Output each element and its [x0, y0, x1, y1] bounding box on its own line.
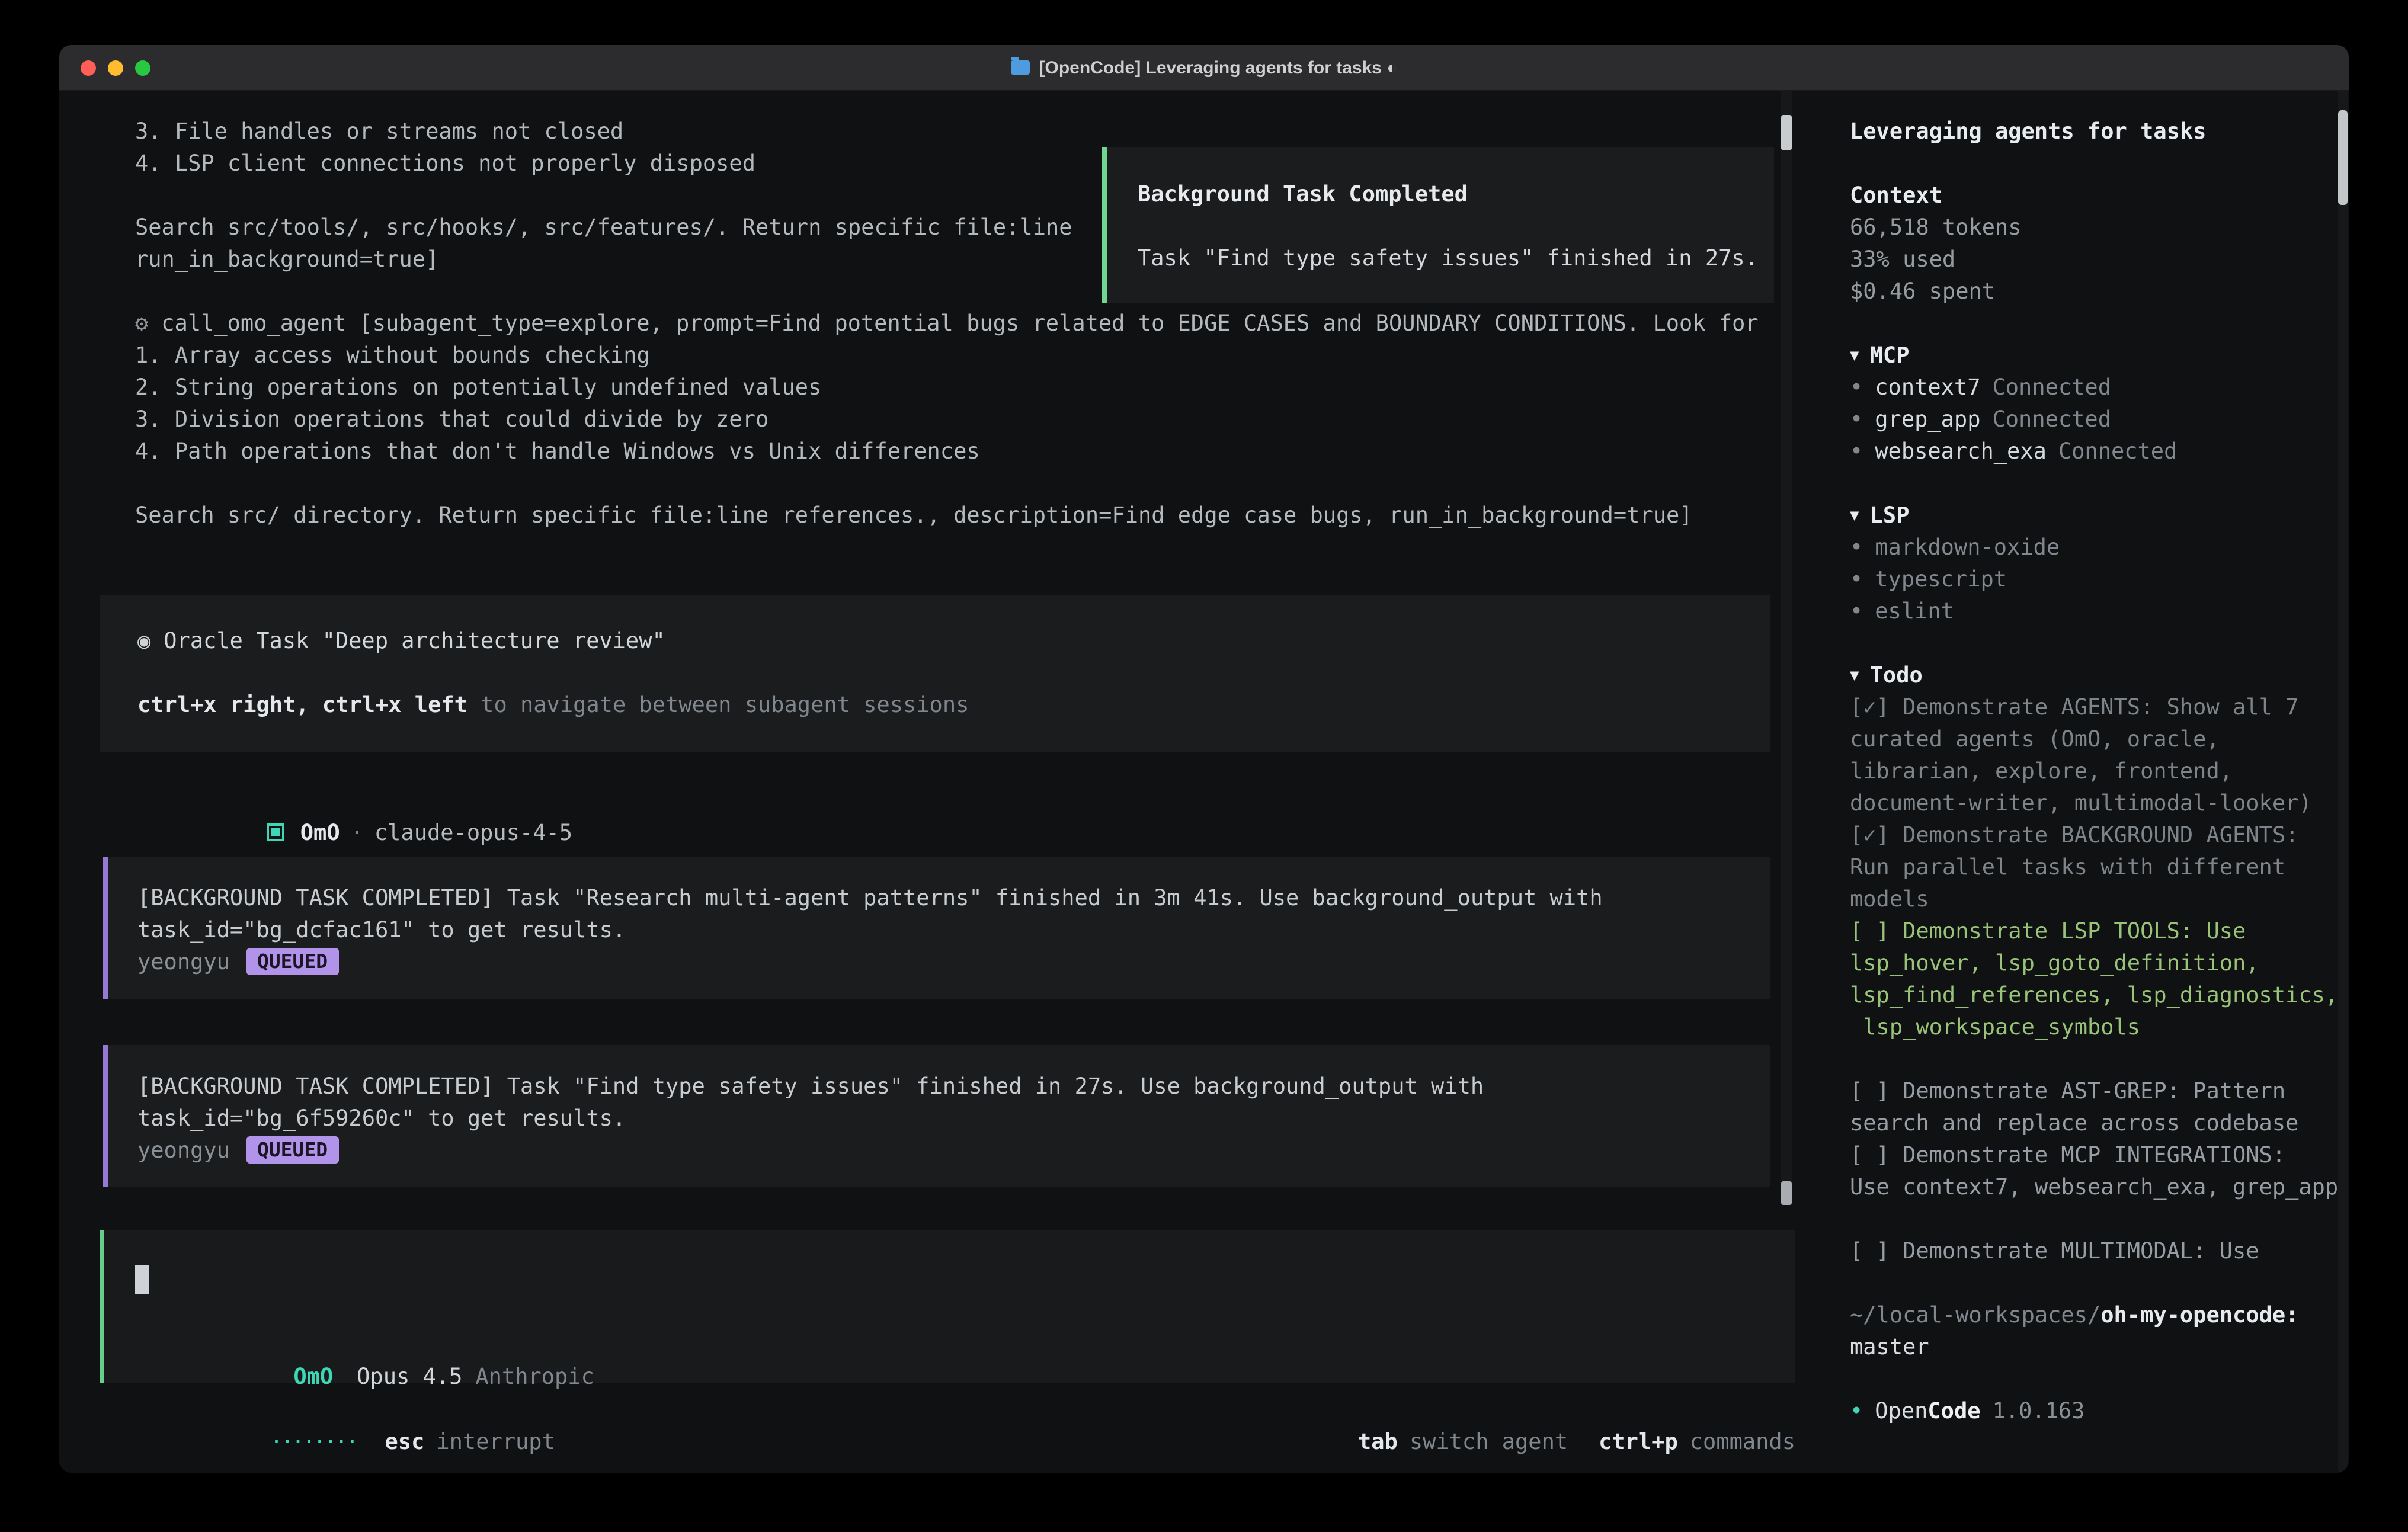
message-text-line: task_id="bg_6f59260c" to get results. — [137, 1103, 1741, 1135]
input-model-label: Opus 4.5 — [357, 1365, 462, 1390]
chevron-down-icon: ▼ — [1850, 507, 1859, 525]
sidebar-section-lsp[interactable]: ▼LSP — [1850, 500, 2349, 532]
message-text-line: [BACKGROUND TASK COMPLETED] Task "Find t… — [137, 1071, 1741, 1103]
background-task-message: [BACKGROUND TASK COMPLETED] Task "Resear… — [103, 857, 1770, 999]
close-window-button[interactable] — [81, 60, 96, 75]
spacer-line — [137, 658, 1770, 690]
status-bar: ········escinterrupt tabswitch agentctrl… — [111, 1395, 1795, 1427]
todo-item: [✓] Demonstrate BACKGROUND AGENTS: Run p… — [1850, 820, 2349, 916]
oracle-task-icon: ◉ — [137, 629, 150, 654]
spinner-dots: ········ — [270, 1430, 356, 1455]
subagent-nav-keys: ctrl+x right, ctrl+x left — [137, 693, 467, 718]
app-version: •OpenCode1.0.163 — [1850, 1396, 2349, 1428]
bullet-icon: • — [1850, 600, 1863, 624]
background-task-notification: Background Task Completed Task "Find typ… — [1102, 147, 1774, 303]
terminal-window: [OpenCode] Leveraging agents for tasks ◐… — [59, 45, 2349, 1473]
gear-icon: ⚙ — [135, 312, 148, 336]
main-scrollbar-thumb[interactable] — [1781, 1181, 1792, 1205]
message-text-line: [BACKGROUND TASK COMPLETED] Task "Resear… — [137, 883, 1741, 915]
lsp-server-item: •markdown-oxide — [1850, 532, 2349, 564]
session-title: Leveraging agents for tasks — [1850, 116, 2349, 148]
esc-key-label: interrupt — [436, 1430, 555, 1455]
todo-item-active: [ ] Demonstrate LSP TOOLS: Use lsp_hover… — [1850, 916, 2349, 1044]
conversation-pane: 3. File handles or streams not closed 4.… — [59, 91, 1820, 1473]
subagent-nav-hint: to navigate between subagent sessions — [467, 693, 969, 718]
omo-agent-icon — [267, 823, 285, 841]
mcp-server-item: •context7Connected — [1850, 372, 2349, 404]
queued-badge: QUEUED — [246, 1136, 338, 1164]
todo-item: [ ] Demonstrate MULTIMODAL: Use — [1850, 1236, 2349, 1268]
minimize-window-button[interactable] — [108, 60, 123, 75]
workspace-path: ~/local-workspaces/oh-my-opencode: — [1850, 1300, 2349, 1332]
oracle-task-title: Oracle Task "Deep architecture review" — [164, 629, 665, 654]
bullet-icon: • — [1850, 1399, 1863, 1424]
chevron-down-icon: ▼ — [1850, 667, 1859, 685]
esc-key-hint: esc — [385, 1430, 425, 1455]
terminal-line: 3. Division operations that could divide… — [135, 404, 1820, 436]
todo-item: [ ] Demonstrate AST-GREP: Pattern search… — [1850, 1076, 2349, 1140]
sidebar-section-mcp[interactable]: ▼MCP — [1850, 340, 2349, 372]
mcp-server-item: •grep_appConnected — [1850, 404, 2349, 436]
sidebar: Leveraging agents for tasks Context 66,5… — [1820, 91, 2349, 1473]
message-author: yeongyu — [137, 950, 230, 975]
queued-badge: QUEUED — [246, 948, 338, 975]
bullet-icon: • — [1850, 376, 1863, 400]
tab-key-label: switch agent — [1410, 1430, 1568, 1455]
todo-item: [✓] Demonstrate AGENTS: Show all 7 curat… — [1850, 692, 2349, 820]
main-scrollbar-thumb[interactable] — [1781, 115, 1792, 150]
todo-item: [ ] Demonstrate MCP INTEGRATIONS: Use co… — [1850, 1140, 2349, 1204]
agent-session-header: OmO·claude-opus-4-5 — [135, 786, 1820, 818]
separator-dot: · — [351, 821, 364, 846]
agent-model: claude-opus-4-5 — [374, 821, 572, 846]
context-header: Context — [1850, 180, 2349, 212]
sidebar-scrollbar-track[interactable] — [2338, 91, 2348, 1473]
terminal-line: 2. String operations on potentially unde… — [135, 372, 1820, 404]
titlebar: [OpenCode] Leveraging agents for tasks ◐ — [59, 45, 2349, 91]
input-agent-label: OmO — [293, 1365, 333, 1390]
background-task-message: [BACKGROUND TASK COMPLETED] Task "Find t… — [103, 1045, 1770, 1187]
terminal-line: 3. File handles or streams not closed — [135, 116, 1820, 148]
terminal-line: Search src/ directory. Return specific f… — [135, 500, 1820, 532]
prompt-input[interactable]: OmOOpus 4.5Anthropic — [100, 1230, 1795, 1383]
terminal-line: 4. Path operations that don't handle Win… — [135, 436, 1820, 468]
tool-call-line: ⚙ call_omo_agent [subagent_type=explore, … — [135, 308, 1820, 340]
oracle-task-panel: ◉Oracle Task "Deep architecture review" … — [100, 595, 1770, 752]
lsp-server-item: •eslint — [1850, 596, 2349, 628]
window-title-text: [OpenCode] Leveraging agents for tasks ◐ — [1039, 57, 1398, 78]
bullet-icon: • — [1850, 536, 1863, 560]
tab-key-hint: tab — [1358, 1430, 1398, 1455]
message-author: yeongyu — [137, 1139, 230, 1164]
notification-body: Task "Find type safety issues" finished … — [1138, 243, 1762, 275]
sidebar-scrollbar-thumb[interactable] — [2338, 110, 2348, 205]
context-used: 33% used — [1850, 244, 2349, 276]
notification-title: Background Task Completed — [1138, 179, 1762, 211]
lsp-server-item: •typescript — [1850, 564, 2349, 596]
bullet-icon: • — [1850, 568, 1863, 592]
window-title: [OpenCode] Leveraging agents for tasks ◐ — [1011, 57, 1398, 78]
bullet-icon: • — [1850, 440, 1863, 464]
sidebar-section-todo[interactable]: ▼Todo — [1850, 660, 2349, 692]
mcp-server-item: •websearch_exaConnected — [1850, 436, 2349, 468]
context-spent: $0.46 spent — [1850, 276, 2349, 308]
bullet-icon: • — [1850, 408, 1863, 432]
message-text-line: task_id="bg_dcfac161" to get results. — [137, 915, 1741, 947]
main-scrollbar-track[interactable] — [1781, 91, 1792, 1205]
ctrl-p-key-label: commands — [1690, 1430, 1795, 1455]
agent-name: OmO — [300, 821, 340, 846]
input-provider-label: Anthropic — [475, 1365, 594, 1390]
text-cursor — [135, 1265, 149, 1294]
terminal-line: 1. Array access without bounds checking — [135, 340, 1820, 372]
folder-icon — [1011, 60, 1030, 75]
terminal-line — [135, 468, 1820, 500]
context-tokens: 66,518 tokens — [1850, 212, 2349, 244]
tool-call-text: call_omo_agent [subagent_type=explore, p… — [161, 312, 1758, 336]
zoom-window-button[interactable] — [135, 60, 150, 75]
window-controls — [81, 45, 150, 90]
workspace-branch: master — [1850, 1332, 2349, 1364]
chevron-down-icon: ▼ — [1850, 347, 1859, 365]
ctrl-p-key-hint: ctrl+p — [1599, 1430, 1678, 1455]
